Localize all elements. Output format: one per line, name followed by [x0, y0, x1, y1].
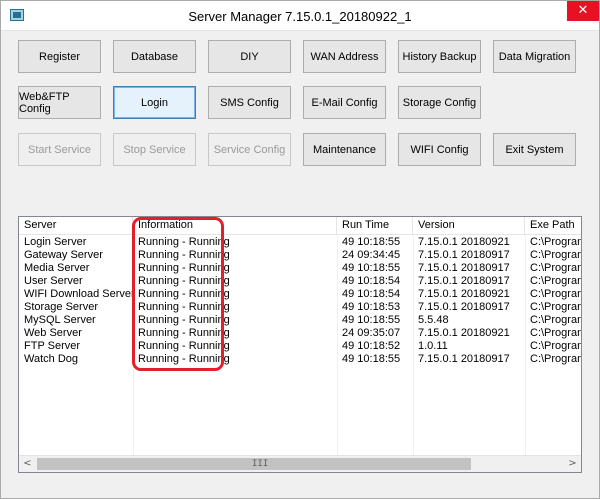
- window-title: Server Manager 7.15.0.1_20180922_1: [188, 9, 412, 24]
- storage-config-button[interactable]: Storage Config: [398, 86, 481, 119]
- cell-server: Login Server: [24, 236, 87, 248]
- cell-exe-path: C:\Progran: [530, 275, 582, 287]
- web-ftp-config-button[interactable]: Web&FTP Config: [18, 86, 101, 119]
- cell-exe-path: C:\Progran: [530, 327, 582, 339]
- cell-version: 7.15.0.1 20180917: [418, 262, 510, 274]
- cell-version: 7.15.0.1 20180917: [418, 249, 510, 261]
- table-row[interactable]: Gateway Server Running - Running 24 09:34:…: [19, 249, 582, 262]
- cell-exe-path: C:\Progran: [530, 314, 582, 326]
- sms-config-button[interactable]: SMS Config: [208, 86, 291, 119]
- table-row[interactable]: MySQL Server Running - Running 49 10:18:55…: [19, 314, 582, 327]
- table-row[interactable]: Web Server Running - Running 24 09:35:07 7.…: [19, 327, 582, 340]
- table-row[interactable]: Media Server Running - Running 49 10:18:55…: [19, 262, 582, 275]
- cell-server: FTP Server: [24, 340, 81, 352]
- cell-server: Gateway Server: [24, 249, 103, 261]
- data-migration-button[interactable]: Data Migration: [493, 40, 576, 73]
- stop-service-button[interactable]: Stop Service: [113, 133, 196, 166]
- cell-server: Watch Dog: [24, 353, 79, 365]
- table-row[interactable]: WIFI Download Server Running - Running 49 …: [19, 288, 582, 301]
- cell-server: Media Server: [24, 262, 90, 274]
- cell-server: Storage Server: [24, 301, 98, 313]
- exit-system-button[interactable]: Exit System: [493, 133, 576, 166]
- table-row[interactable]: FTP Server Running - Running 49 10:18:52 1.…: [19, 340, 582, 353]
- cell-version: 7.15.0.1 20180921: [418, 327, 510, 339]
- column-header-server[interactable]: Server: [19, 217, 133, 235]
- cell-exe-path: C:\Progran: [530, 262, 582, 274]
- horizontal-scrollbar[interactable]: < III >: [19, 455, 581, 472]
- table-row[interactable]: Watch Dog Running - Running 49 10:18:55 7.1…: [19, 353, 582, 366]
- scroll-grip-icon: III: [252, 459, 269, 469]
- cell-exe-path: C:\Progran: [530, 236, 582, 248]
- cell-version: 7.15.0.1 20180921: [418, 236, 510, 248]
- title-bar: Server Manager 7.15.0.1_20180922_1 ✕: [1, 1, 599, 31]
- table-row[interactable]: Login Server Running - Running 49 10:18:55…: [19, 236, 582, 249]
- server-list: Server Information Run Time Version Exe Path…: [18, 216, 582, 473]
- scroll-thumb[interactable]: III: [37, 458, 471, 470]
- cell-run-time: 24 09:34:45: [342, 249, 401, 261]
- table-row[interactable]: User Server Running - Running 49 10:18:54 7…: [19, 275, 582, 288]
- cell-run-time: 49 10:18:52: [342, 340, 401, 352]
- cell-server: User Server: [24, 275, 83, 287]
- database-button[interactable]: Database: [113, 40, 196, 73]
- e-mail-config-button[interactable]: E-Mail Config: [303, 86, 386, 119]
- scroll-right-icon[interactable]: >: [564, 456, 581, 472]
- cell-run-time: 49 10:18:55: [342, 314, 401, 326]
- cell-server: MySQL Server: [24, 314, 96, 326]
- cell-version: 5.5.48: [418, 314, 449, 326]
- list-rows: Login Server Running - Running 49 10:18:55…: [19, 236, 582, 366]
- cell-version: 7.15.0.1 20180917: [418, 275, 510, 287]
- diy-button[interactable]: DIY: [208, 40, 291, 73]
- maintenance-button[interactable]: Maintenance: [303, 133, 386, 166]
- cell-run-time: 49 10:18:55: [342, 353, 401, 365]
- cell-exe-path: C:\Progran: [530, 340, 582, 352]
- start-service-button[interactable]: Start Service: [18, 133, 101, 166]
- information-column-highlight: [132, 217, 224, 371]
- cell-exe-path: C:\Progran: [530, 249, 582, 261]
- cell-run-time: 49 10:18:54: [342, 275, 401, 287]
- column-gridline: [413, 235, 414, 455]
- column-gridline: [337, 235, 338, 455]
- scroll-left-icon[interactable]: <: [19, 456, 36, 472]
- cell-version: 7.15.0.1 20180917: [418, 301, 510, 313]
- cell-run-time: 49 10:18:54: [342, 288, 401, 300]
- cell-run-time: 24 09:35:07: [342, 327, 401, 339]
- column-header-run-time[interactable]: Run Time: [337, 217, 413, 235]
- close-button[interactable]: ✕: [567, 1, 599, 21]
- cell-exe-path: C:\Progran: [530, 288, 582, 300]
- list-header: Server Information Run Time Version Exe Path: [19, 217, 581, 235]
- column-header-version[interactable]: Version: [413, 217, 525, 235]
- register-button[interactable]: Register: [18, 40, 101, 73]
- column-gridline: [525, 235, 526, 455]
- cell-exe-path: C:\Progran: [530, 301, 582, 313]
- table-row[interactable]: Storage Server Running - Running 49 10:18:…: [19, 301, 582, 314]
- cell-run-time: 49 10:18:55: [342, 236, 401, 248]
- cell-run-time: 49 10:18:55: [342, 262, 401, 274]
- cell-version: 7.15.0.1 20180921: [418, 288, 510, 300]
- history-backup-button[interactable]: History Backup: [398, 40, 481, 73]
- cell-server: Web Server: [24, 327, 82, 339]
- cell-exe-path: C:\Progran: [530, 353, 582, 365]
- column-header-exe-path[interactable]: Exe Path: [525, 217, 581, 235]
- cell-version: 1.0.11: [418, 340, 448, 352]
- server-manager-window: Server Manager 7.15.0.1_20180922_1 ✕ Reg…: [0, 0, 600, 499]
- wifi-config-button[interactable]: WIFI Config: [398, 133, 481, 166]
- cell-version: 7.15.0.1 20180917: [418, 353, 510, 365]
- login-button[interactable]: Login: [113, 86, 196, 119]
- service-config-button[interactable]: Service Config: [208, 133, 291, 166]
- cell-server: WIFI Download Server: [24, 288, 133, 300]
- wan-address-button[interactable]: WAN Address: [303, 40, 386, 73]
- cell-run-time: 49 10:18:53: [342, 301, 401, 313]
